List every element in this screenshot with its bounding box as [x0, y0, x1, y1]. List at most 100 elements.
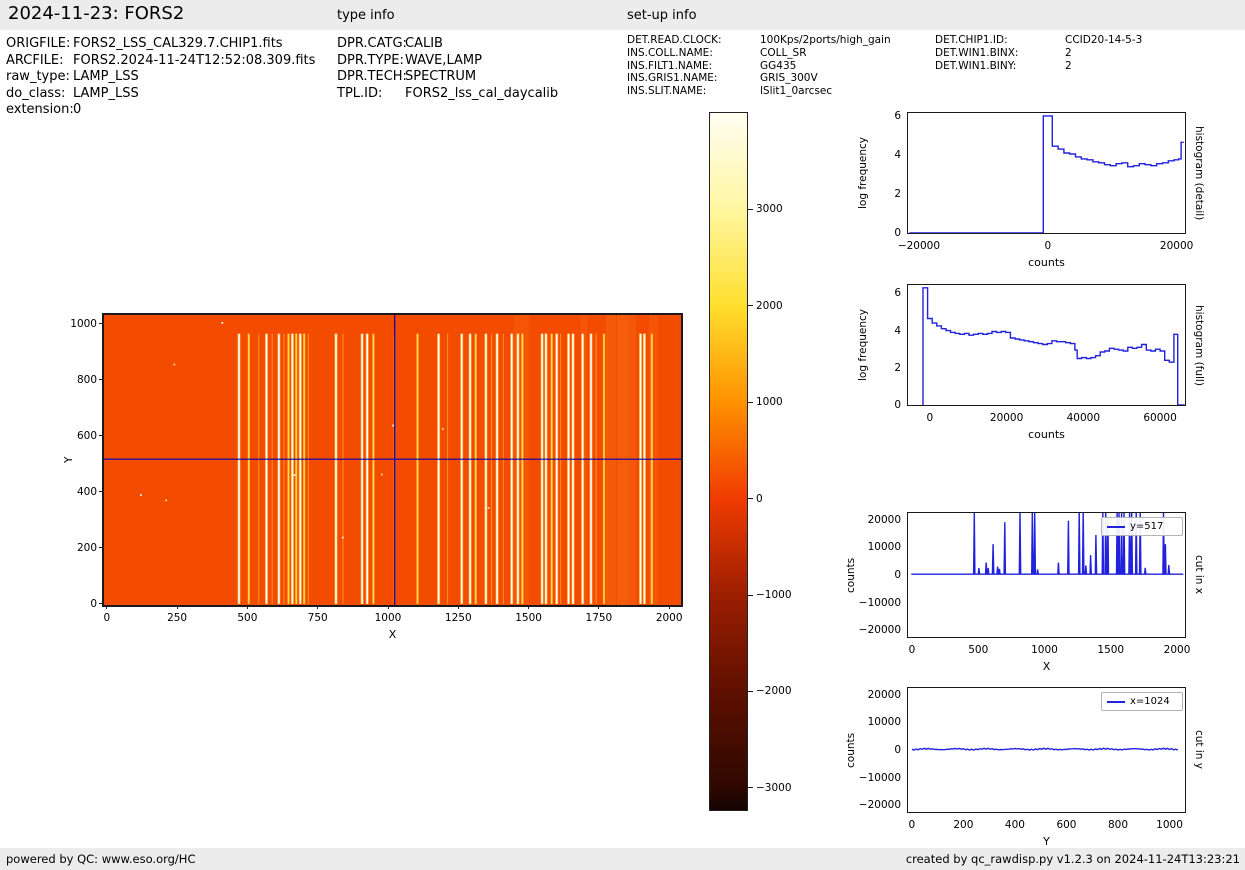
file-info-block: ORIGFILE: FORS2_LSS_CAL329.7.CHIP1.fits AR…	[6, 36, 315, 119]
y-axis-label: Y	[63, 456, 75, 464]
info-row: TPL.ID: FORS2_lss_cal_daycalib	[337, 86, 558, 103]
x-axis-label: Y	[1043, 835, 1050, 848]
speckle-dot	[221, 322, 224, 324]
info-row-label: TPL.ID:	[337, 85, 383, 101]
legend-line-sample	[1107, 525, 1125, 528]
x-tick	[106, 605, 108, 609]
x-tick-label: 750	[307, 612, 328, 624]
info-row-label: do_class:	[6, 85, 66, 101]
speckle-dot	[381, 473, 383, 476]
header-bar: 2024-11-23: FORS2 type info set-up info	[0, 0, 1245, 30]
info-row-label: raw_type:	[6, 69, 70, 84]
x-tick-label: 1000	[1156, 819, 1183, 831]
raw-image-axes	[102, 313, 683, 607]
x-axis-label: X	[1042, 660, 1051, 673]
info-row-value: 2	[1065, 59, 1072, 72]
info-row-value: GG435	[760, 59, 797, 72]
y-tick	[99, 435, 104, 437]
x-tick-label: 20000	[989, 412, 1024, 424]
x-tick-label: 1000	[374, 612, 402, 624]
footer-bar: powered by QC: www.eso.org/HC created by…	[0, 848, 1245, 870]
image-band	[648, 315, 659, 605]
x-tick-label: 400	[1004, 819, 1025, 831]
x-tick	[0, 88, 1, 92]
info-row-label: INS.GRIS1.NAME:	[627, 72, 718, 85]
image-band	[581, 315, 587, 605]
speckle-dot	[442, 428, 444, 430]
x-tick-label: 1500	[1097, 644, 1125, 656]
y-tick	[99, 547, 104, 549]
info-row-label: INS.SLIT.NAME:	[627, 85, 707, 98]
x-tick	[668, 605, 670, 609]
speckle-dot	[173, 363, 176, 366]
info-row-label: DPR.TYPE:	[337, 52, 404, 68]
footer-created-by: created by qc_rawdisp.py v1.2.3 on 2024-…	[905, 852, 1240, 866]
info-row: DET.READ.CLOCK: 100Kps/2ports/high_gain	[627, 34, 891, 47]
setup-info-heading: set-up info	[627, 8, 697, 23]
x-tick-label: −20000	[897, 240, 941, 252]
axes	[906, 111, 1186, 234]
info-row: extension:0	[6, 102, 315, 119]
colorbar-tick	[748, 208, 753, 210]
y-tick	[0, 101, 5, 102]
colorbar-tick-label: 3000	[756, 203, 783, 216]
y-tick	[0, 74, 5, 75]
x-tick	[0, 34, 1, 38]
x-minor-tick	[0, 41, 1, 44]
y-tick	[0, 75, 5, 76]
x-tick	[0, 96, 1, 100]
y-tick-label: 4	[894, 148, 901, 161]
info-row: DET.WIN1.BINX: 2	[935, 47, 1142, 60]
info-row-value: LAMP_LSS	[73, 69, 139, 84]
info-row: INS.FILT1.NAME: GG435	[627, 60, 891, 73]
x-tick	[0, 84, 1, 88]
info-row-label: DET.WIN1.BINX:	[935, 46, 1019, 59]
info-row: DET.CHIP1.ID: CCID20-14-5-3	[935, 34, 1142, 47]
legend: y=517	[1101, 517, 1183, 536]
info-row-value: LAMP_LSS	[73, 85, 139, 101]
info-row-value: WAVE,LAMP	[405, 52, 482, 68]
y-tick-label: 0	[894, 744, 901, 756]
y-tick	[0, 49, 5, 50]
x-axis-label: counts	[1028, 428, 1065, 441]
info-row-value: lSlit1_0arcsec	[760, 85, 833, 98]
info-row-value: GRIS_300V	[760, 72, 818, 85]
y-axis-label: counts	[845, 557, 857, 593]
x-tick-label: 2000	[1163, 644, 1191, 656]
y-tick-label: 10000	[867, 716, 901, 729]
colorbar-tick-label: 1000	[756, 396, 783, 409]
axes	[906, 686, 1186, 813]
y-tick	[99, 603, 104, 605]
colorbar-tick	[748, 498, 753, 500]
x-tick-label: 1250	[444, 612, 472, 624]
x-tick-label: 1500	[515, 612, 542, 624]
speckle-dot	[165, 499, 167, 502]
x-tick	[317, 605, 319, 609]
y-tick	[0, 72, 5, 73]
y-tick-label: −10000	[858, 596, 901, 609]
y-tick	[99, 491, 104, 493]
legend-label: y=517	[1130, 521, 1164, 532]
x-tick	[0, 76, 1, 80]
info-row: ARCFILE: FORS2.2024-11-24T12:52:08.309.fi…	[6, 53, 315, 70]
setup-info-left-block: DET.READ.CLOCK: 100Kps/2ports/high_gain IN…	[627, 34, 891, 98]
x-tick	[0, 51, 1, 55]
right-axis-label: histogram (detail)	[1193, 125, 1205, 221]
x-tick	[0, 80, 1, 84]
x-tick-label: 60000	[1143, 412, 1177, 424]
x-tick	[0, 67, 1, 71]
info-row-label: DET.WIN1.BINY:	[935, 59, 1017, 72]
info-row-value: CCID20-14-5-3	[1065, 34, 1143, 46]
x-tick	[0, 63, 1, 67]
info-row-value: CALIB	[405, 36, 443, 51]
right-axis-label: cut in x	[1193, 555, 1205, 595]
x-tick-label: 1000	[1031, 644, 1058, 656]
info-row-label: DPR.TECH:	[337, 69, 407, 84]
y-tick	[0, 73, 5, 74]
x-tick	[0, 92, 1, 96]
right-axis-label: histogram (full)	[1193, 304, 1205, 386]
x-tick-label: 0	[103, 612, 111, 624]
info-row: DPR.CATG:CALIB	[337, 36, 558, 53]
legend-label: x=1024	[1130, 696, 1170, 707]
info-row: INS.SLIT.NAME: lSlit1_0arcsec	[627, 85, 891, 98]
